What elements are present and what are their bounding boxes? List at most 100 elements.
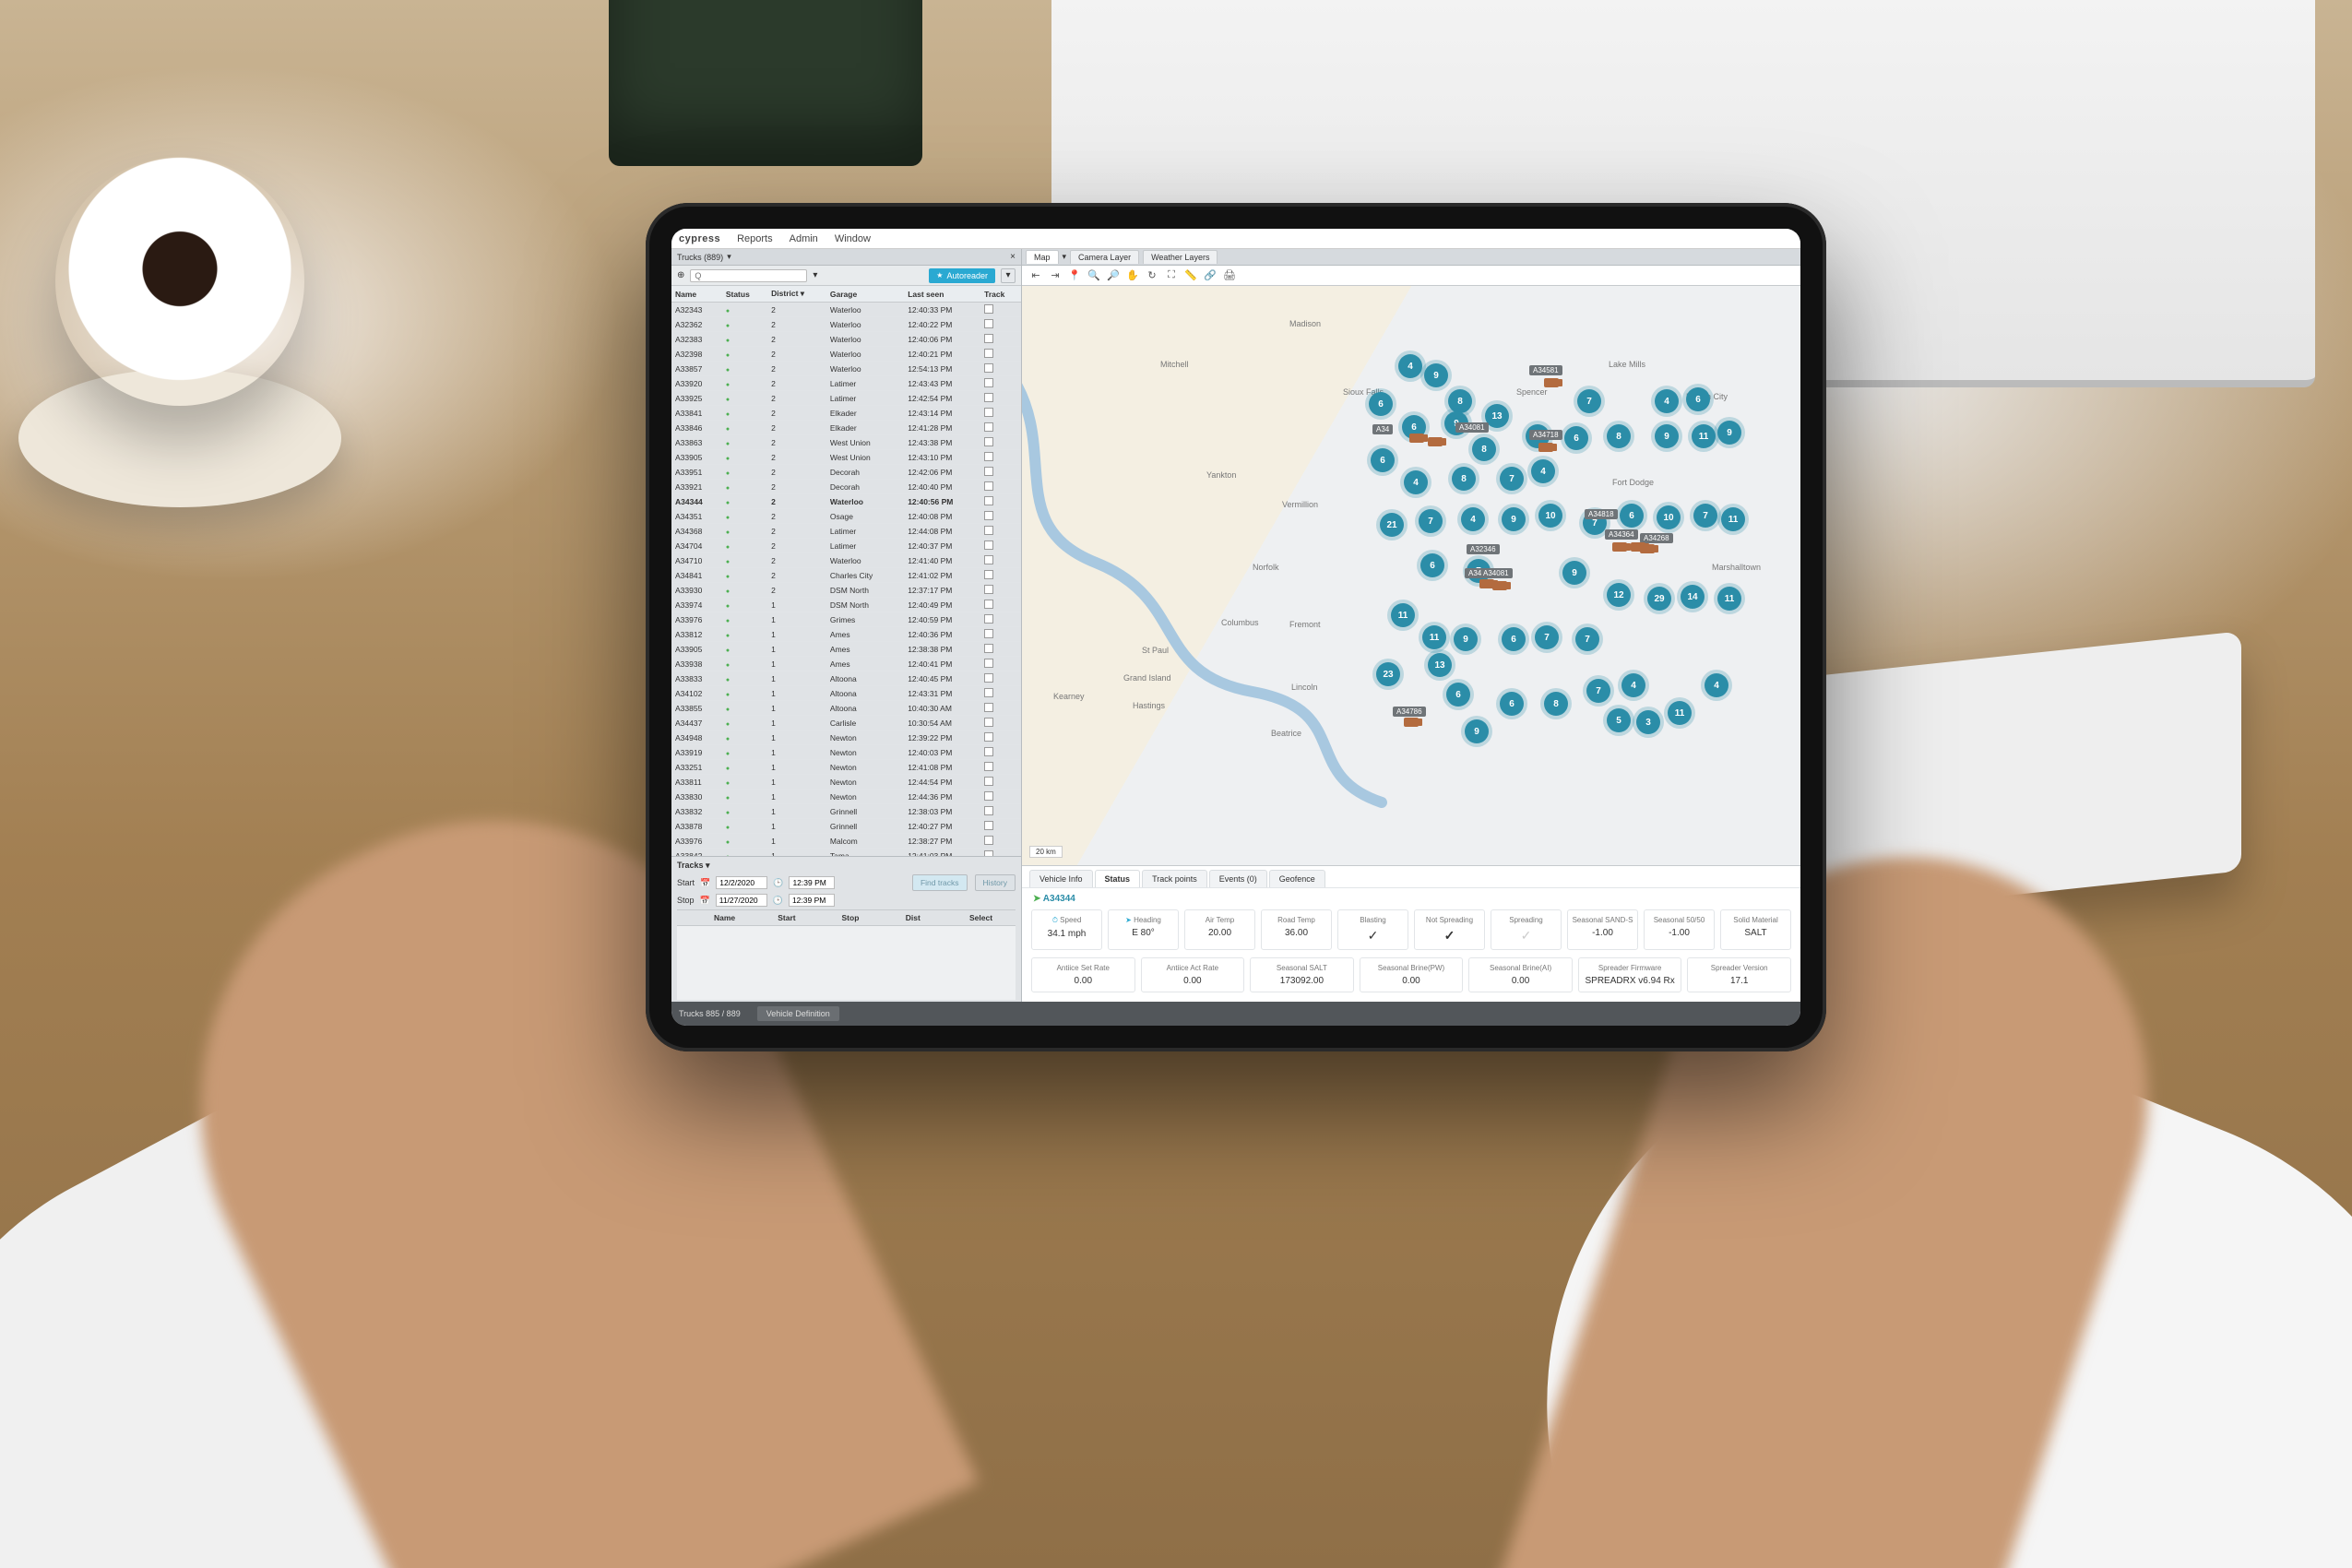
cluster-marker[interactable]: 8 bbox=[1607, 424, 1631, 448]
menu-window[interactable]: Window bbox=[835, 233, 871, 244]
col-district[interactable]: District ▾ bbox=[767, 286, 826, 303]
ruler-icon[interactable]: 📏 bbox=[1182, 267, 1199, 284]
cluster-marker[interactable]: 11 bbox=[1668, 701, 1692, 725]
dtab-trackpoints[interactable]: Track points bbox=[1142, 870, 1207, 887]
table-row[interactable]: A339381Ames12:40:41 PM bbox=[671, 657, 1021, 671]
table-row[interactable]: A349481Newton12:39:22 PM bbox=[671, 731, 1021, 745]
refresh-icon[interactable]: ↻ bbox=[1144, 267, 1160, 284]
pin-icon[interactable]: 📍 bbox=[1066, 267, 1083, 284]
trucks-table-container[interactable]: Name Status District ▾ Garage Last seen … bbox=[671, 286, 1021, 856]
cluster-marker[interactable]: 11 bbox=[1692, 424, 1716, 448]
vehicle-label[interactable]: A34818 bbox=[1585, 509, 1618, 519]
tab-camera[interactable]: Camera Layer bbox=[1070, 250, 1139, 264]
truck-icon[interactable] bbox=[1409, 434, 1424, 443]
cluster-marker[interactable]: 6 bbox=[1420, 553, 1444, 577]
zoom-out-icon[interactable]: 🔎 bbox=[1105, 267, 1122, 284]
cluster-marker[interactable]: 6 bbox=[1446, 683, 1470, 707]
table-row[interactable]: A338121Ames12:40:36 PM bbox=[671, 627, 1021, 642]
dropdown-icon[interactable]: ▾ bbox=[813, 270, 817, 280]
cluster-marker[interactable]: 8 bbox=[1544, 692, 1568, 716]
filter-icon[interactable]: ⊕ bbox=[677, 270, 684, 280]
history-button[interactable]: History bbox=[975, 874, 1016, 891]
vehicle-label[interactable]: A34 A34081 bbox=[1465, 568, 1513, 578]
calendar-icon[interactable]: 📅 bbox=[700, 878, 710, 888]
table-row[interactable]: A339202Latimer12:43:43 PM bbox=[671, 376, 1021, 391]
table-row[interactable]: A338321Grinnell12:38:03 PM bbox=[671, 804, 1021, 819]
vehicle-label[interactable]: A34786 bbox=[1393, 707, 1426, 717]
cluster-marker[interactable]: 4 bbox=[1621, 673, 1645, 697]
cluster-marker[interactable]: 10 bbox=[1657, 505, 1681, 529]
table-row[interactable]: A338111Newton12:44:54 PM bbox=[671, 775, 1021, 790]
cluster-marker[interactable]: 13 bbox=[1428, 653, 1452, 677]
cluster-marker[interactable]: 23 bbox=[1376, 662, 1400, 686]
table-row[interactable]: A338551Altoona10:40:30 AM bbox=[671, 701, 1021, 716]
truck-icon[interactable] bbox=[1640, 544, 1655, 553]
vehicle-label[interactable]: A34581 bbox=[1529, 365, 1562, 375]
cluster-marker[interactable]: 6 bbox=[1686, 387, 1710, 411]
cluster-marker[interactable]: 6 bbox=[1500, 692, 1524, 716]
col-name[interactable]: Name bbox=[671, 286, 722, 303]
expand-icon[interactable]: ▾ bbox=[1001, 268, 1016, 283]
cluster-marker[interactable]: 4 bbox=[1398, 354, 1422, 378]
cluster-marker[interactable]: 9 bbox=[1717, 421, 1741, 445]
status-vehicle-def[interactable]: Vehicle Definition bbox=[757, 1006, 839, 1021]
cluster-marker[interactable]: 9 bbox=[1562, 561, 1586, 585]
cluster-marker[interactable]: 21 bbox=[1380, 513, 1404, 537]
cluster-marker[interactable]: 7 bbox=[1500, 467, 1524, 491]
dtab-vehicle[interactable]: Vehicle Info bbox=[1029, 870, 1093, 887]
autoreader-button[interactable]: Autoreader bbox=[929, 268, 995, 283]
fullscreen-icon[interactable]: ⛶ bbox=[1163, 267, 1180, 284]
print-icon[interactable]: 🖨 bbox=[1221, 267, 1238, 284]
cluster-marker[interactable]: 11 bbox=[1717, 587, 1741, 611]
cluster-marker[interactable]: 11 bbox=[1721, 507, 1745, 531]
link-icon[interactable]: 🔗 bbox=[1202, 267, 1218, 284]
dropdown-icon[interactable]: ▾ bbox=[727, 252, 731, 262]
cluster-marker[interactable]: 9 bbox=[1454, 627, 1478, 651]
cluster-marker[interactable]: 7 bbox=[1575, 627, 1599, 651]
cluster-marker[interactable]: 10 bbox=[1538, 504, 1562, 528]
vehicle-label[interactable]: A34364 bbox=[1605, 529, 1638, 540]
stop-date-input[interactable] bbox=[716, 894, 767, 907]
table-row[interactable]: A343442Waterloo12:40:56 PM bbox=[671, 494, 1021, 509]
cluster-marker[interactable]: 4 bbox=[1531, 459, 1555, 483]
table-row[interactable]: A338412Elkader12:43:14 PM bbox=[671, 406, 1021, 421]
cluster-marker[interactable]: 6 bbox=[1502, 627, 1526, 651]
cluster-marker[interactable]: 3 bbox=[1636, 710, 1660, 734]
table-row[interactable]: A323622Waterloo12:40:22 PM bbox=[671, 317, 1021, 332]
cluster-marker[interactable]: 6 bbox=[1620, 504, 1644, 528]
pan-icon[interactable]: ✋ bbox=[1124, 267, 1141, 284]
cluster-marker[interactable]: 5 bbox=[1607, 708, 1631, 732]
truck-icon[interactable] bbox=[1428, 437, 1443, 446]
dtab-geofence[interactable]: Geofence bbox=[1269, 870, 1325, 887]
table-row[interactable]: A338632West Union12:43:38 PM bbox=[671, 435, 1021, 450]
vehicle-label[interactable]: A32346 bbox=[1467, 544, 1500, 554]
cluster-marker[interactable]: 9 bbox=[1502, 507, 1526, 531]
cluster-marker[interactable]: 4 bbox=[1404, 470, 1428, 494]
cluster-marker[interactable]: 4 bbox=[1655, 389, 1679, 413]
cluster-marker[interactable]: 11 bbox=[1422, 625, 1446, 649]
cluster-marker[interactable]: 7 bbox=[1535, 625, 1559, 649]
table-row[interactable]: A348412Charles City12:41:02 PM bbox=[671, 568, 1021, 583]
cluster-marker[interactable]: 11 bbox=[1391, 603, 1415, 627]
cluster-marker[interactable]: 7 bbox=[1693, 504, 1717, 528]
search-input[interactable] bbox=[690, 269, 807, 282]
table-row[interactable]: A338462Elkader12:41:28 PM bbox=[671, 421, 1021, 435]
table-row[interactable]: A341021Altoona12:43:31 PM bbox=[671, 686, 1021, 701]
table-row[interactable]: A339051Ames12:38:38 PM bbox=[671, 642, 1021, 657]
vehicle-label[interactable]: A34081 bbox=[1455, 422, 1489, 433]
close-icon[interactable]: × bbox=[1010, 252, 1016, 262]
table-row[interactable]: A323832Waterloo12:40:06 PM bbox=[671, 332, 1021, 347]
table-row[interactable]: A339191Newton12:40:03 PM bbox=[671, 745, 1021, 760]
vehicle-label[interactable]: A34718 bbox=[1529, 430, 1562, 440]
cluster-marker[interactable]: 29 bbox=[1647, 587, 1671, 611]
clock-icon[interactable]: 🕒 bbox=[773, 878, 783, 888]
map-canvas[interactable]: 20 km MadisonMitchellSioux FallsYanktonV… bbox=[1022, 286, 1800, 865]
table-row[interactable]: A339761Grimes12:40:59 PM bbox=[671, 612, 1021, 627]
start-time-input[interactable] bbox=[789, 876, 835, 889]
cluster-marker[interactable]: 9 bbox=[1655, 424, 1679, 448]
cluster-marker[interactable]: 6 bbox=[1371, 448, 1395, 472]
calendar-icon[interactable]: 📅 bbox=[700, 896, 710, 906]
cluster-marker[interactable]: 9 bbox=[1424, 363, 1448, 387]
table-row[interactable]: A339052West Union12:43:10 PM bbox=[671, 450, 1021, 465]
col-lastseen[interactable]: Last seen bbox=[904, 286, 980, 303]
